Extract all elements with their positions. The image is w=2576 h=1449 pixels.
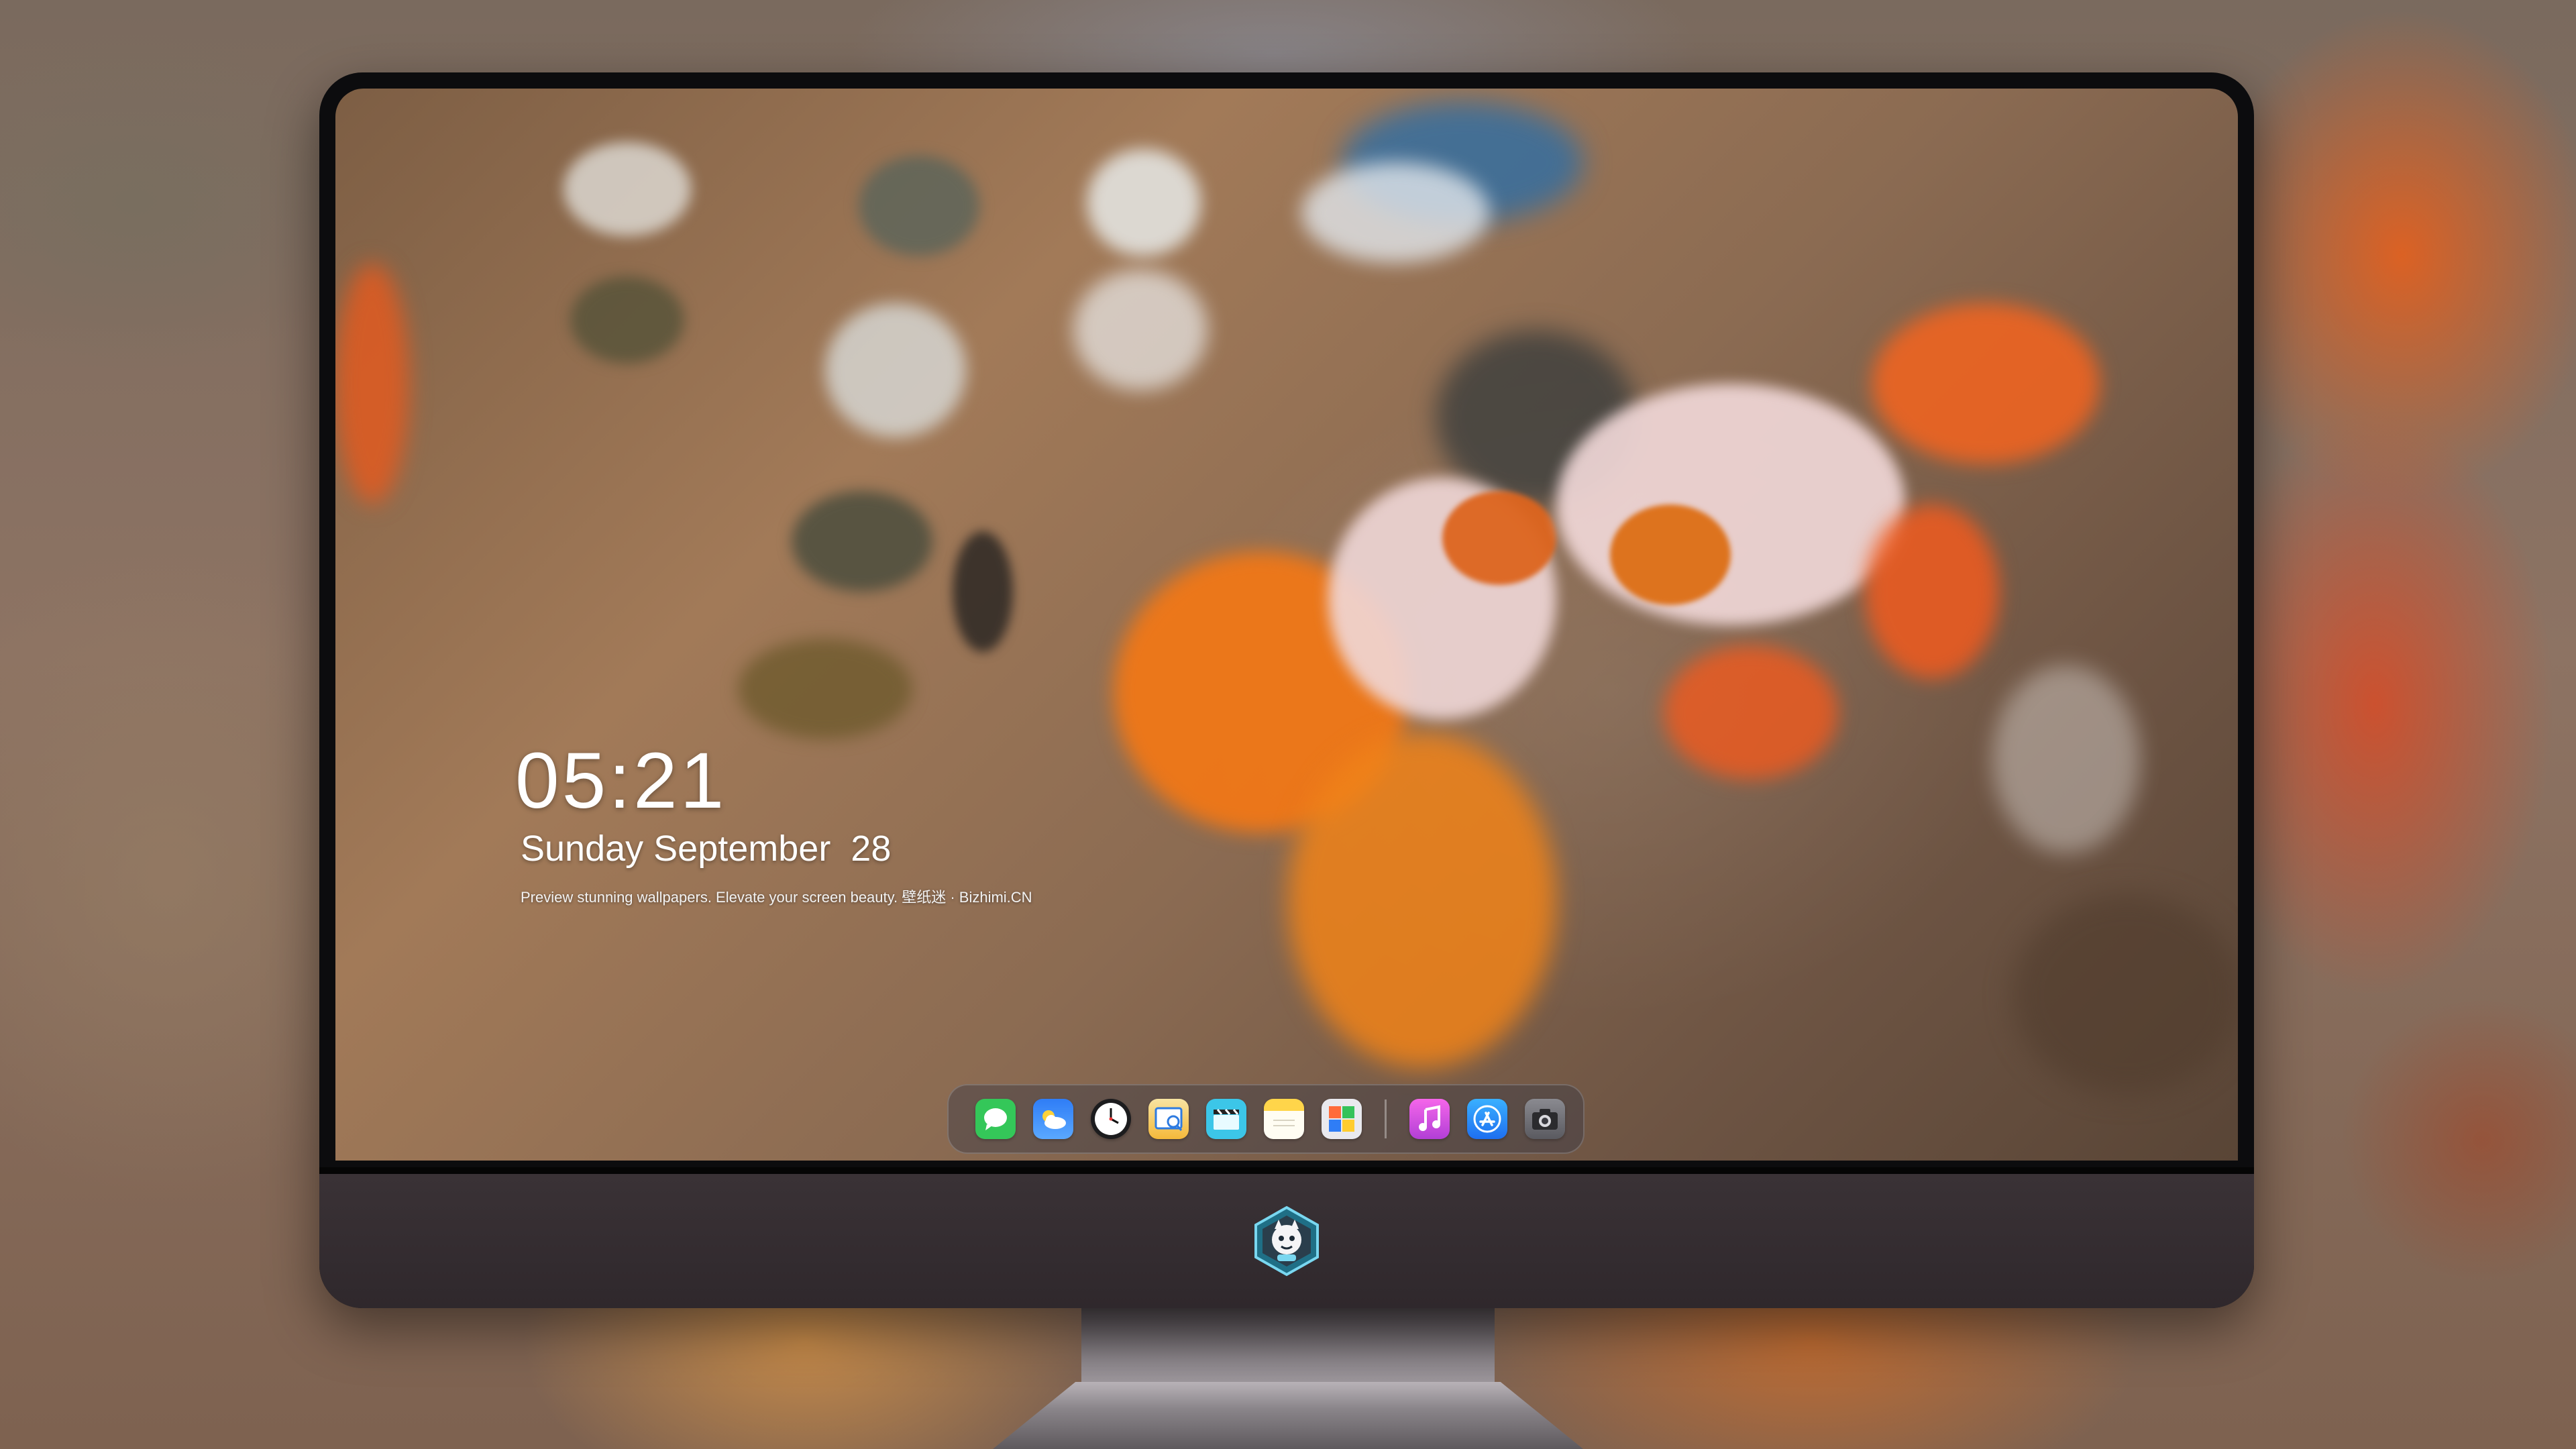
monitor-chin — [319, 1167, 2254, 1308]
wallpaper — [335, 89, 2238, 1161]
monitor-stand-base — [993, 1382, 1583, 1449]
claquette-icon[interactable] — [1206, 1099, 1246, 1139]
photo-booth-icon[interactable] — [1322, 1099, 1362, 1139]
notes-icon[interactable] — [1264, 1099, 1304, 1139]
dock — [947, 1084, 1585, 1154]
app-store-icon[interactable] — [1467, 1099, 1507, 1139]
preview-icon[interactable] — [1148, 1099, 1189, 1139]
monitor: 05:21 Sunday September 28 Preview stunni… — [319, 72, 2254, 1308]
lock-screen-time: 05:21 — [515, 737, 727, 825]
messages-icon[interactable] — [975, 1099, 1016, 1139]
clock-icon[interactable] — [1091, 1099, 1131, 1139]
weather-icon[interactable] — [1033, 1099, 1073, 1139]
camera-icon[interactable] — [1525, 1099, 1565, 1139]
mascot-logo-icon — [1250, 1205, 1323, 1277]
desktop-mockup-scene: 05:21 Sunday September 28 Preview stunni… — [0, 0, 2576, 1449]
screen: 05:21 Sunday September 28 Preview stunni… — [335, 89, 2238, 1161]
music-icon[interactable] — [1409, 1099, 1450, 1139]
lock-screen-tagline: Preview stunning wallpapers. Elevate you… — [521, 889, 1032, 906]
lock-screen-date: Sunday September 28 — [521, 828, 892, 869]
dock-separator — [1385, 1099, 1387, 1138]
